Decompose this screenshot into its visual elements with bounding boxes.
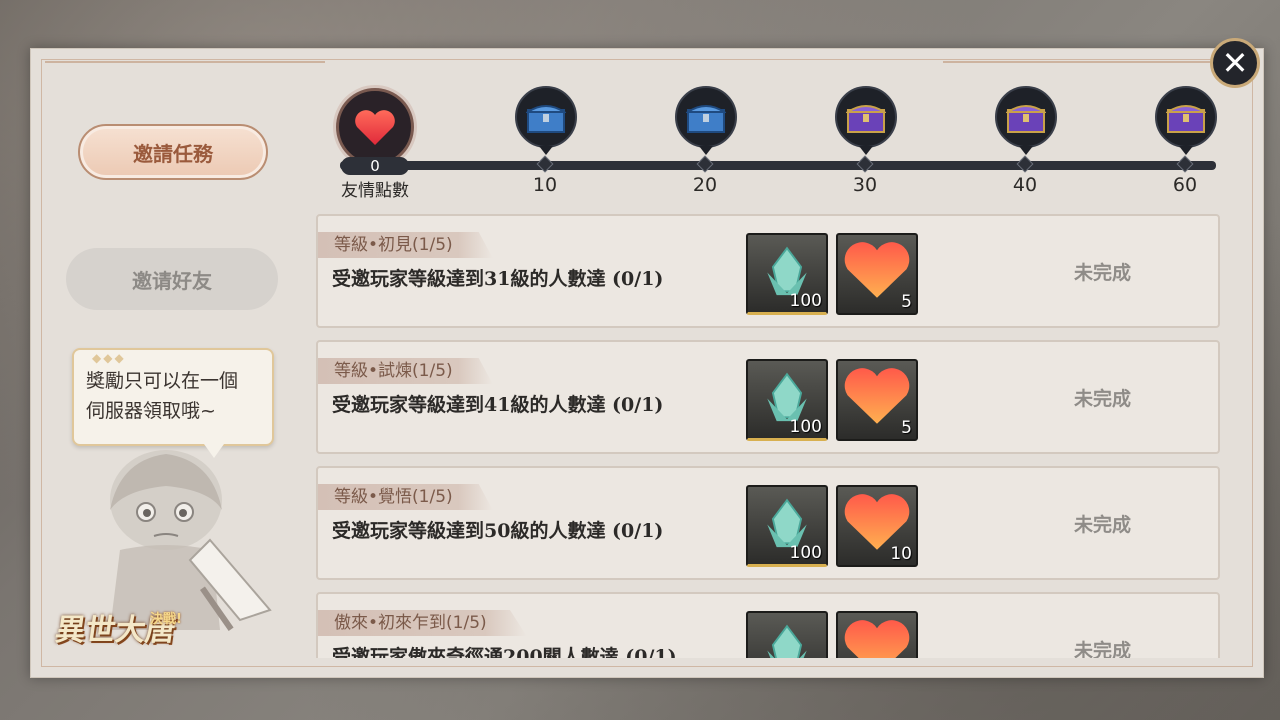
reward-count: 10	[890, 544, 912, 564]
task-item: 等級•初見(1/5) 受邀玩家等級達到31級的人數達 (0/1) 100 5 未…	[316, 214, 1220, 328]
milestone-marker	[856, 155, 874, 173]
milestone-marker	[696, 155, 714, 173]
invite-friend-tab[interactable]: 邀请好友	[66, 248, 278, 310]
task-tag: 等級•初見(1/5)	[318, 232, 493, 258]
reward-count: 100	[789, 417, 822, 437]
purple-chest-icon[interactable]	[835, 86, 897, 148]
reward-gem[interactable]: 100	[746, 233, 828, 315]
reward-count: 100	[789, 543, 822, 563]
invite-task-tab[interactable]: 邀請任務	[78, 124, 268, 180]
reward-heart[interactable]: 5	[836, 233, 918, 315]
task-status: 未完成	[1074, 262, 1132, 284]
reward-heart[interactable]: 10	[836, 485, 918, 567]
task-status: 未完成	[1074, 514, 1132, 536]
task-description: 受邀玩家等級達到50級的人數達 (0/1)	[332, 520, 664, 542]
task-status: 未完成	[1074, 640, 1132, 658]
panel-ornament	[943, 61, 1223, 71]
hint-text-line2: 伺服器領取哦~	[86, 400, 216, 422]
purple-chest-icon[interactable]	[1155, 86, 1217, 148]
milestone-marker	[536, 155, 554, 173]
blue-chest-icon[interactable]	[515, 86, 577, 148]
milestone-30[interactable]: 30	[835, 86, 897, 196]
heart-icon	[844, 620, 910, 658]
milestone-value: 40	[1012, 174, 1038, 196]
task-item: 等級•試煉(1/5) 受邀玩家等級達到41級的人數達 (0/1) 100 5 未…	[316, 340, 1220, 454]
close-button[interactable]: ✕	[1210, 38, 1260, 88]
milestone-60[interactable]: 60	[1155, 86, 1217, 196]
milestone-value: 60	[1172, 174, 1198, 196]
task-description: 受邀玩家等級達到41級的人數達 (0/1)	[332, 394, 664, 416]
reward-gem[interactable]: 100	[746, 359, 828, 441]
milestone-marker	[1016, 155, 1034, 173]
panel-ornament	[45, 61, 325, 71]
progress-track	[340, 161, 1216, 170]
milestone-value: 30	[852, 174, 878, 196]
current-points: 0	[341, 157, 409, 175]
milestone-marker	[1176, 155, 1194, 173]
task-description: 受邀玩家等級達到31級的人數達 (0/1)	[332, 268, 664, 290]
task-status: 未完成	[1074, 388, 1132, 410]
reward-heart[interactable]: 5	[836, 359, 918, 441]
task-tag: 等級•試煉(1/5)	[318, 358, 493, 384]
milestone-40[interactable]: 40	[995, 86, 1057, 196]
milestone-value: 10	[532, 174, 558, 196]
reward-count: 5	[901, 292, 912, 312]
reward-count: 5	[901, 418, 912, 438]
purple-chest-icon[interactable]	[995, 86, 1057, 148]
task-item: 傲來•初來乍到(1/5) 受邀玩家傲來奇徑通200關人數達 (0/1) 100 …	[316, 592, 1220, 658]
game-logo-sub: 決戰!	[150, 612, 182, 627]
task-tag: 等級•覺悟(1/5)	[318, 484, 493, 510]
reward-gem[interactable]: 100	[746, 611, 828, 658]
hint-bubble: ◆◆◆ 獎勵只可以在一個 伺服器領取哦~	[72, 348, 274, 458]
friendship-heart-icon	[336, 88, 414, 166]
lotus-gem-icon	[767, 624, 807, 658]
close-icon: ✕	[1221, 44, 1249, 82]
milestone-value: 20	[692, 174, 718, 196]
task-item: 等級•覺悟(1/5) 受邀玩家等級達到50級的人數達 (0/1) 100 10 …	[316, 466, 1220, 580]
milestone-10[interactable]: 10	[515, 86, 577, 196]
bubble-decoration: ◆◆◆	[92, 351, 126, 365]
task-tag: 傲來•初來乍到(1/5)	[318, 610, 527, 636]
milestone-20[interactable]: 20	[675, 86, 737, 196]
task-description: 受邀玩家傲來奇徑通200關人數達 (0/1)	[332, 646, 677, 658]
reward-gem[interactable]: 100	[746, 485, 828, 567]
task-list[interactable]: 等級•初見(1/5) 受邀玩家等級達到31級的人數達 (0/1) 100 5 未…	[314, 214, 1222, 658]
points-label: 友情點數	[341, 181, 409, 201]
reward-heart[interactable]: 5	[836, 611, 918, 658]
blue-chest-icon[interactable]	[675, 86, 737, 148]
reward-count: 100	[789, 291, 822, 311]
